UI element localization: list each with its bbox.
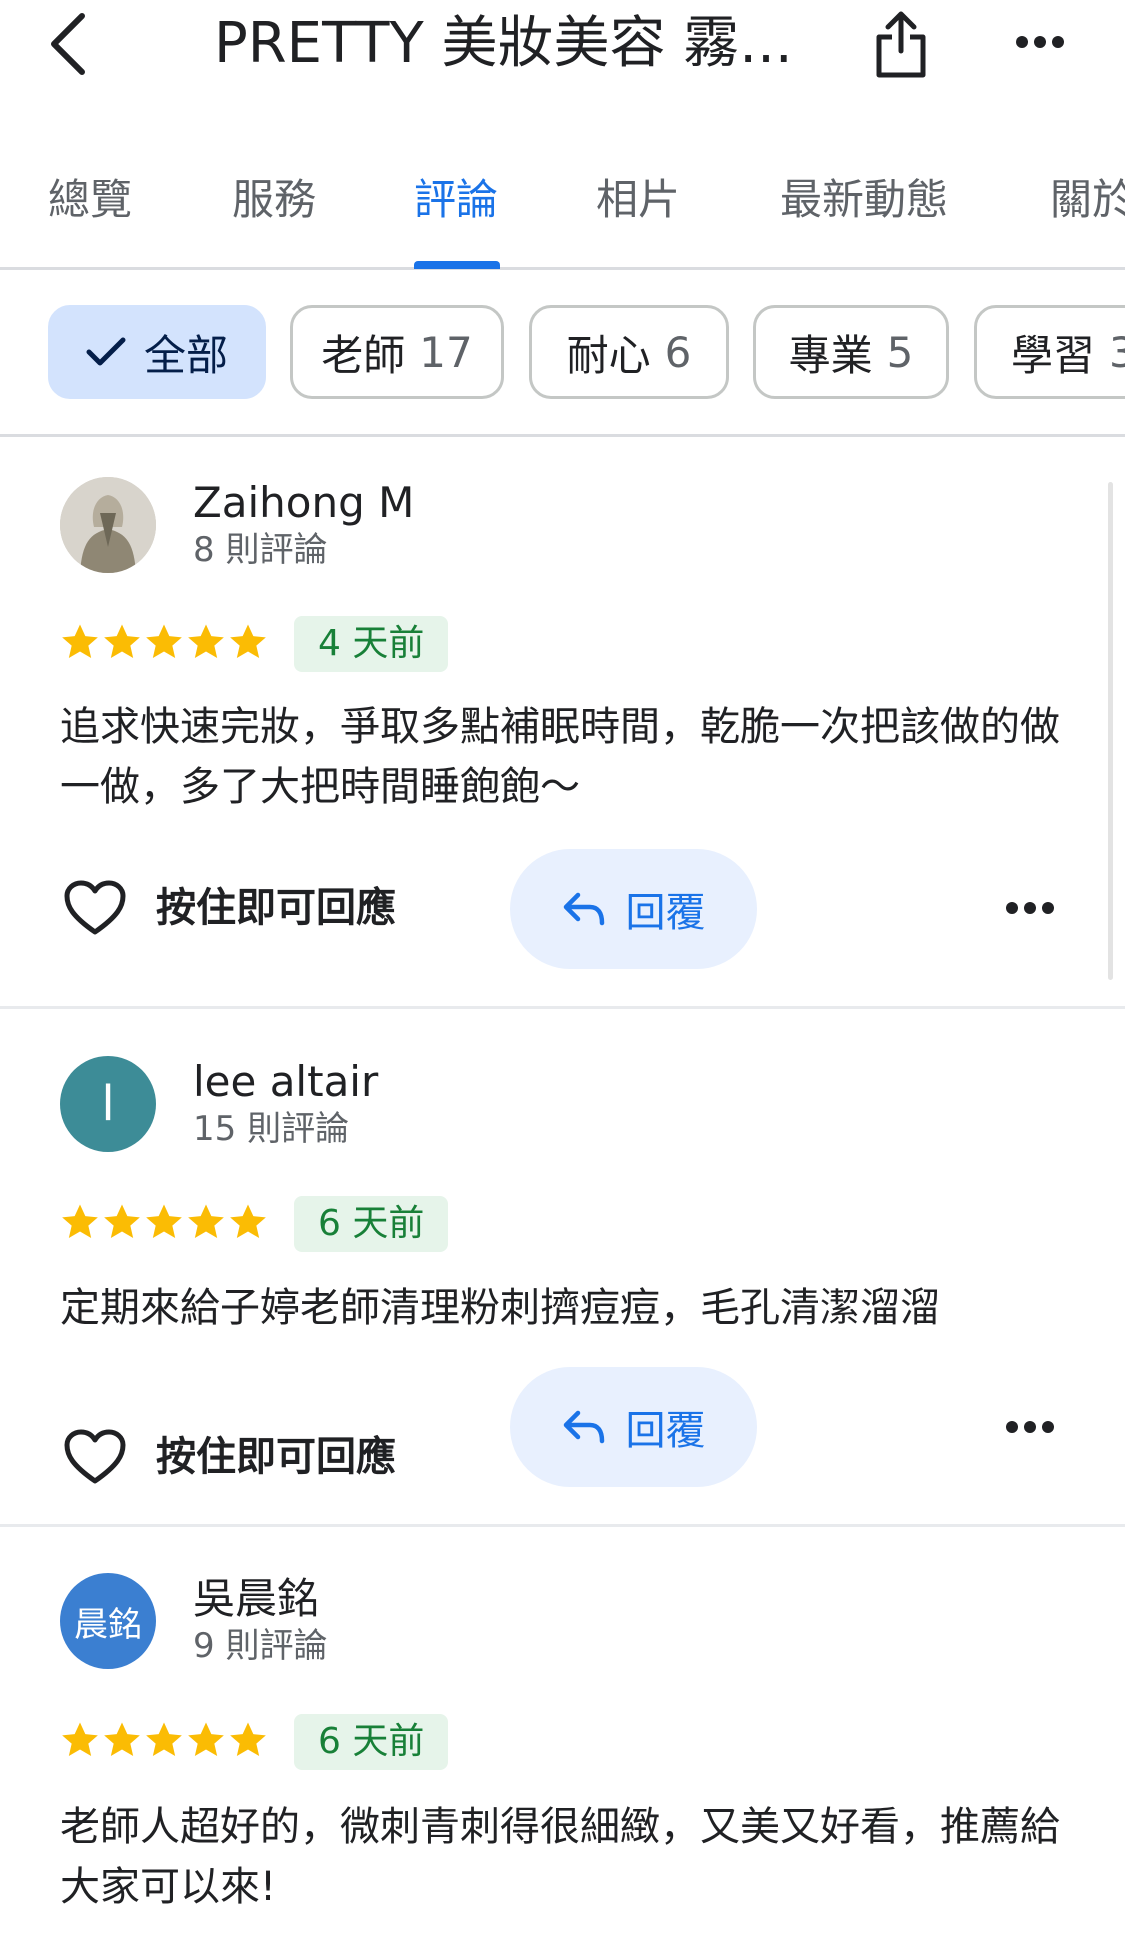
review-date-badge: 4 天前 xyxy=(294,616,449,672)
review-date-badge: 6 天前 xyxy=(294,1714,449,1770)
review-more-button[interactable] xyxy=(1000,888,1060,928)
chip-count: 5 xyxy=(886,327,914,377)
check-icon xyxy=(86,337,126,366)
reply-label: 回覆 xyxy=(625,1408,706,1454)
chip-label: 耐心 xyxy=(566,330,651,380)
chip-label: 學習 xyxy=(1011,330,1096,380)
chevron-left-icon xyxy=(51,13,85,75)
reviews-screen: PRETTY 美妝美容 霧... 總覽 服務 評論 相片 最新動態 關於 全部 … xyxy=(0,0,1125,1943)
react-hint-label: 按住即可回應 xyxy=(156,885,396,931)
chip-label: 專業 xyxy=(788,330,873,380)
reviewer-review-count: 8 則評論 xyxy=(193,530,328,570)
star-rating xyxy=(60,1202,268,1248)
star-icon xyxy=(104,1722,140,1756)
more-horiz-icon xyxy=(1006,1421,1054,1433)
avatar-letter: l xyxy=(101,1076,115,1132)
user-photo-icon xyxy=(60,477,156,573)
star-icon xyxy=(104,1204,140,1238)
star-rating xyxy=(60,1720,268,1766)
more-options-button[interactable] xyxy=(1010,20,1070,64)
avatar-letter: 晨銘 xyxy=(74,1604,142,1645)
star-icon xyxy=(146,1204,182,1238)
chip-learning[interactable]: 學習 3 xyxy=(974,305,1125,399)
react-hint-label: 按住即可回應 xyxy=(156,1434,396,1480)
avatar[interactable]: l xyxy=(60,1056,156,1152)
chip-count: 3 xyxy=(1109,327,1125,377)
filter-chips: 全部 老師 17 耐心 6 專業 5 學習 3 xyxy=(0,303,1125,403)
chip-patience[interactable]: 耐心 6 xyxy=(529,305,729,399)
tab-bar: 總覽 服務 評論 相片 最新動態 關於 xyxy=(0,150,1125,270)
chip-label: 老師 xyxy=(321,330,406,380)
reply-label: 回覆 xyxy=(625,890,706,936)
review-item: l lee altair 15 則評論 6 天前 定期來給子婷老師清理粉刺擠痘痘… xyxy=(0,1009,1125,1524)
chip-count: 6 xyxy=(664,327,692,377)
share-button[interactable] xyxy=(866,6,936,82)
tab-updates[interactable]: 最新動態 xyxy=(780,170,948,230)
star-icon xyxy=(230,624,266,658)
star-icon xyxy=(188,1722,224,1756)
page-title: PRETTY 美妝美容 霧... xyxy=(214,12,793,76)
review-more-button[interactable] xyxy=(1000,1407,1060,1447)
reviewer-review-count: 9 則評論 xyxy=(193,1626,328,1666)
tab-overview[interactable]: 總覽 xyxy=(48,170,132,230)
review-text: 追求快速完妝，爭取多點補眠時間，乾脆一次把該做的做一做，多了大把時間睡飽飽～ xyxy=(60,704,1060,810)
tab-reviews[interactable]: 評論 xyxy=(414,170,498,230)
reply-button[interactable]: 回覆 xyxy=(510,849,757,969)
reply-icon xyxy=(563,1410,604,1444)
reply-icon xyxy=(563,892,604,926)
top-bar: PRETTY 美妝美容 霧... xyxy=(0,0,1125,110)
star-icon xyxy=(62,1722,98,1756)
star-icon xyxy=(146,624,182,658)
reviewer-name[interactable]: lee altair xyxy=(193,1056,378,1108)
review-item: 晨銘 吳晨銘 9 則評論 6 天前 老師人超好的，微刺青刺得很細緻，又美又好看，… xyxy=(0,1527,1125,1943)
avatar[interactable] xyxy=(60,477,156,573)
review-item: Zaihong M 8 則評論 4 天前 追求快速完妝，爭取多點補眠時間，乾脆一… xyxy=(0,437,1125,1007)
star-icon xyxy=(62,624,98,658)
chip-count: 17 xyxy=(419,327,473,377)
like-button[interactable] xyxy=(62,1427,128,1487)
review-date-badge: 6 天前 xyxy=(294,1196,449,1252)
reviewer-name[interactable]: 吳晨銘 xyxy=(193,1573,319,1625)
star-icon xyxy=(146,1722,182,1756)
chip-label: 全部 xyxy=(143,330,228,380)
star-icon xyxy=(188,1204,224,1238)
star-icon xyxy=(188,624,224,658)
star-icon xyxy=(104,624,140,658)
star-icon xyxy=(230,1722,266,1756)
review-text: 定期來給子婷老師清理粉刺擠痘痘，毛孔清潔溜溜 xyxy=(60,1285,940,1331)
avatar[interactable]: 晨銘 xyxy=(60,1573,156,1669)
star-icon xyxy=(230,1204,266,1238)
chip-teacher[interactable]: 老師 17 xyxy=(290,305,504,399)
heart-icon xyxy=(64,1429,126,1484)
share-icon xyxy=(876,11,926,78)
heart-icon xyxy=(64,880,126,935)
more-horiz-icon xyxy=(1016,36,1064,48)
chip-all[interactable]: 全部 xyxy=(48,305,266,399)
review-text: 老師人超好的，微刺青刺得很細緻，又美又好看，推薦給大家可以來! xyxy=(60,1804,1060,1910)
star-icon xyxy=(62,1204,98,1238)
tab-about[interactable]: 關於 xyxy=(1050,170,1125,230)
back-button[interactable] xyxy=(40,6,96,82)
active-tab-indicator xyxy=(414,261,500,269)
like-button[interactable] xyxy=(62,878,128,938)
tab-services[interactable]: 服務 xyxy=(232,170,316,230)
tab-photos[interactable]: 相片 xyxy=(596,170,680,230)
star-rating xyxy=(60,622,268,668)
reply-button[interactable]: 回覆 xyxy=(510,1367,757,1487)
reviewer-name[interactable]: Zaihong M xyxy=(193,477,414,529)
reviewer-review-count: 15 則評論 xyxy=(193,1109,350,1149)
more-horiz-icon xyxy=(1006,902,1054,914)
chip-professional[interactable]: 專業 5 xyxy=(753,305,949,399)
